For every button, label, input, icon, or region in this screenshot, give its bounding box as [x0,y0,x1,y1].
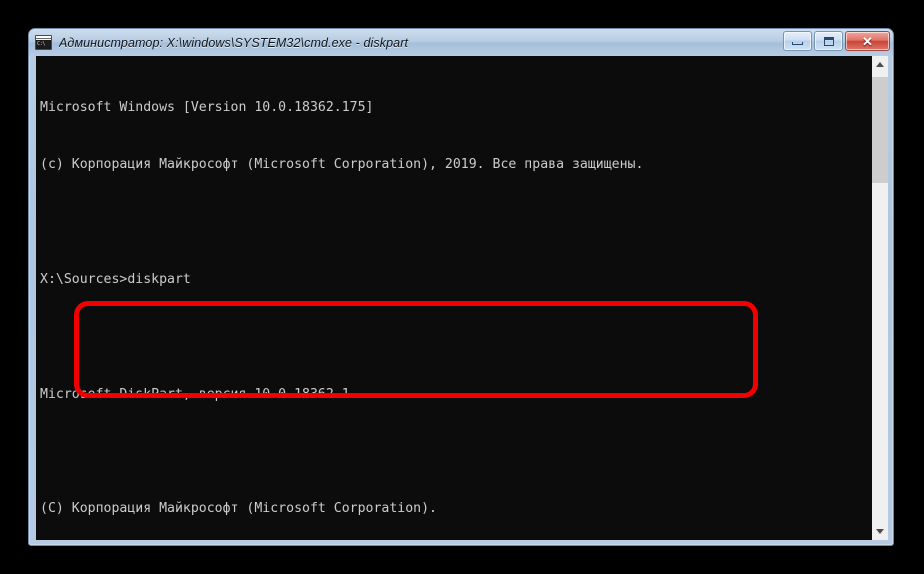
console-scrollbar[interactable] [871,56,888,540]
icon-prompt-text: C:\ [36,40,51,49]
minimize-icon [792,42,803,45]
minimize-button[interactable] [783,31,812,51]
icon-titlebar-strip [36,36,51,39]
console-client-area: Microsoft Windows [Version 10.0.18362.17… [36,56,888,540]
close-icon: ✕ [862,33,873,49]
scrollbar-thumb[interactable] [872,77,888,183]
cmd-console-icon: C:\ [35,35,52,50]
scrollbar-up-button[interactable] [872,56,888,73]
console-output[interactable]: Microsoft Windows [Version 10.0.18362.17… [36,56,871,540]
maximize-icon [823,36,834,46]
scrollbar-track[interactable] [872,73,888,523]
close-button[interactable]: ✕ [845,31,890,51]
console-line-prompt: X:\Sources>diskpart [40,272,191,288]
console-line: (C) Корпорация Майкрософт (Microsoft Cor… [40,501,437,517]
maximize-button[interactable] [814,31,843,51]
scroll-down-icon [876,529,884,534]
cmd-window[interactable]: C:\ Администратор: X:\windows\SYSTEM32\c… [28,28,894,546]
console-line: (c) Корпорация Майкрософт (Microsoft Cor… [40,157,644,173]
console-line: Microsoft DiskPart, версия 10.0.18362.1 [40,386,350,402]
scrollbar-down-button[interactable] [872,523,888,540]
window-title: Администратор: X:\windows\SYSTEM32\cmd.e… [59,35,409,50]
scroll-up-icon [876,62,884,67]
window-titlebar[interactable]: C:\ Администратор: X:\windows\SYSTEM32\c… [29,29,893,56]
console-line: Microsoft Windows [Version 10.0.18362.17… [40,100,374,116]
window-controls: ✕ [783,31,890,51]
terminal-text: Microsoft Windows [Version 10.0.18362.17… [40,60,871,540]
